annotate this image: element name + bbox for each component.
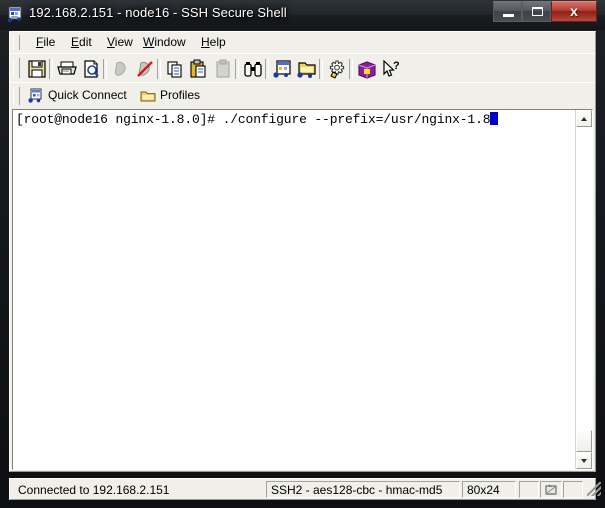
gear-icon — [329, 60, 345, 79]
minimize-icon — [503, 14, 514, 17]
file-transfer-button[interactable] — [271, 58, 295, 80]
quick-connect-icon — [28, 88, 44, 104]
terminal-output: [root@node16 nginx-1.8.0]# ./configure -… — [16, 112, 561, 127]
toolbar-drag-grip[interactable] — [13, 58, 20, 78]
floppy-disk-icon — [28, 60, 46, 78]
menu-bar: File Edit View Window Help — [10, 32, 595, 53]
find-button[interactable] — [241, 58, 265, 80]
toolbar-separator — [319, 59, 323, 79]
new-folder-button[interactable] — [295, 58, 319, 80]
folder-transfer-icon — [297, 62, 316, 78]
file-transfer-icon — [273, 60, 291, 78]
save-button[interactable] — [25, 58, 49, 80]
quick-connect-button[interactable]: Quick Connect — [26, 85, 127, 106]
paste-button[interactable] — [187, 58, 211, 80]
title-bar[interactable]: 192.168.2.151 - node16 - SSH Secure Shel… — [0, 0, 605, 30]
window-title: 192.168.2.151 - node16 - SSH Secure Shel… — [29, 5, 287, 20]
resize-grip[interactable] — [582, 481, 604, 498]
encryption-icon — [545, 484, 557, 495]
maximize-button[interactable] — [522, 1, 551, 22]
binoculars-icon — [244, 62, 262, 77]
page-preview-icon — [84, 60, 99, 78]
status-terminal-size: 80x24 — [462, 481, 516, 498]
svg-text:?: ? — [393, 60, 400, 72]
print-preview-button[interactable] — [79, 58, 103, 80]
print-button[interactable] — [55, 58, 79, 80]
ssh-app-icon — [7, 6, 24, 23]
settings-button[interactable] — [325, 58, 349, 80]
terminal-screen[interactable]: [root@node16 nginx-1.8.0]# ./configure -… — [13, 110, 592, 469]
resize-grip-icon — [587, 482, 601, 496]
menu-drag-grip[interactable] — [13, 35, 20, 50]
terminal-prompt-line: [root@node16 nginx-1.8.0]# ./configure -… — [16, 112, 491, 127]
help-book-button[interactable] — [355, 58, 379, 80]
connect-toolbar-drag-grip[interactable] — [13, 87, 20, 105]
print-screen-button[interactable] — [211, 58, 235, 80]
terminal-panel: [root@node16 nginx-1.8.0]# ./configure -… — [12, 109, 593, 470]
toolbar-separator — [349, 59, 353, 79]
printer-icon — [57, 61, 77, 75]
main-toolbar: ? — [10, 53, 595, 82]
folder-icon — [140, 88, 156, 104]
menu-file[interactable]: File — [31, 35, 60, 50]
toolbar-separator — [157, 59, 161, 79]
status-bar: Connected to 192.168.2.151 SSH2 - aes128… — [9, 478, 601, 500]
chevron-up-icon — [581, 117, 587, 121]
menu-window[interactable]: Window — [138, 35, 191, 50]
clipboard-paste-icon — [190, 59, 206, 78]
context-help-button[interactable]: ? — [379, 58, 403, 80]
connect-button[interactable] — [109, 58, 133, 80]
connect-toolbar: Quick Connect Profiles — [10, 82, 595, 108]
copy-button[interactable] — [163, 58, 187, 80]
status-pane-2 — [540, 481, 562, 498]
copy-icon — [167, 61, 182, 78]
block-cursor — [490, 112, 499, 125]
close-icon: x — [570, 3, 578, 19]
toolbar-separator — [49, 59, 53, 79]
ssh-secure-shell-window: 192.168.2.151 - node16 - SSH Secure Shel… — [0, 0, 605, 508]
disconnect-icon — [137, 61, 153, 77]
minimize-button[interactable] — [493, 1, 522, 22]
menu-help[interactable]: Help — [196, 35, 231, 50]
help-book-icon — [358, 61, 376, 79]
toolbar-separator — [103, 59, 107, 79]
toolbar-separator — [235, 59, 239, 79]
connect-icon — [114, 61, 126, 76]
status-pane-1 — [519, 481, 539, 498]
terminal-scrollbar[interactable] — [575, 110, 592, 469]
quick-connect-label: Quick Connect — [48, 88, 127, 102]
disconnect-button[interactable] — [133, 58, 157, 80]
clipboard-icon — [216, 59, 230, 78]
status-connection: Connected to 192.168.2.151 — [18, 483, 170, 497]
maximize-icon — [532, 7, 543, 16]
close-button[interactable]: x — [551, 1, 597, 22]
scroll-down-arrow[interactable] — [576, 452, 592, 469]
chevron-down-icon — [581, 459, 587, 463]
menu-view[interactable]: View — [102, 35, 138, 50]
profiles-button[interactable]: Profiles — [138, 85, 200, 106]
status-cipher: SSH2 - aes128-cbc - hmac-md5 — [266, 481, 460, 498]
menu-edit[interactable]: Edit — [66, 35, 97, 50]
scroll-up-arrow[interactable] — [576, 110, 592, 127]
status-pane-3 — [563, 481, 583, 498]
client-area: File Edit View Window Help ? Quick Conne… — [9, 31, 596, 472]
scroll-thumb[interactable] — [576, 430, 592, 452]
toolbar-separator — [265, 59, 269, 79]
arrow-question-icon: ? — [383, 59, 400, 77]
profiles-label: Profiles — [160, 88, 201, 102]
